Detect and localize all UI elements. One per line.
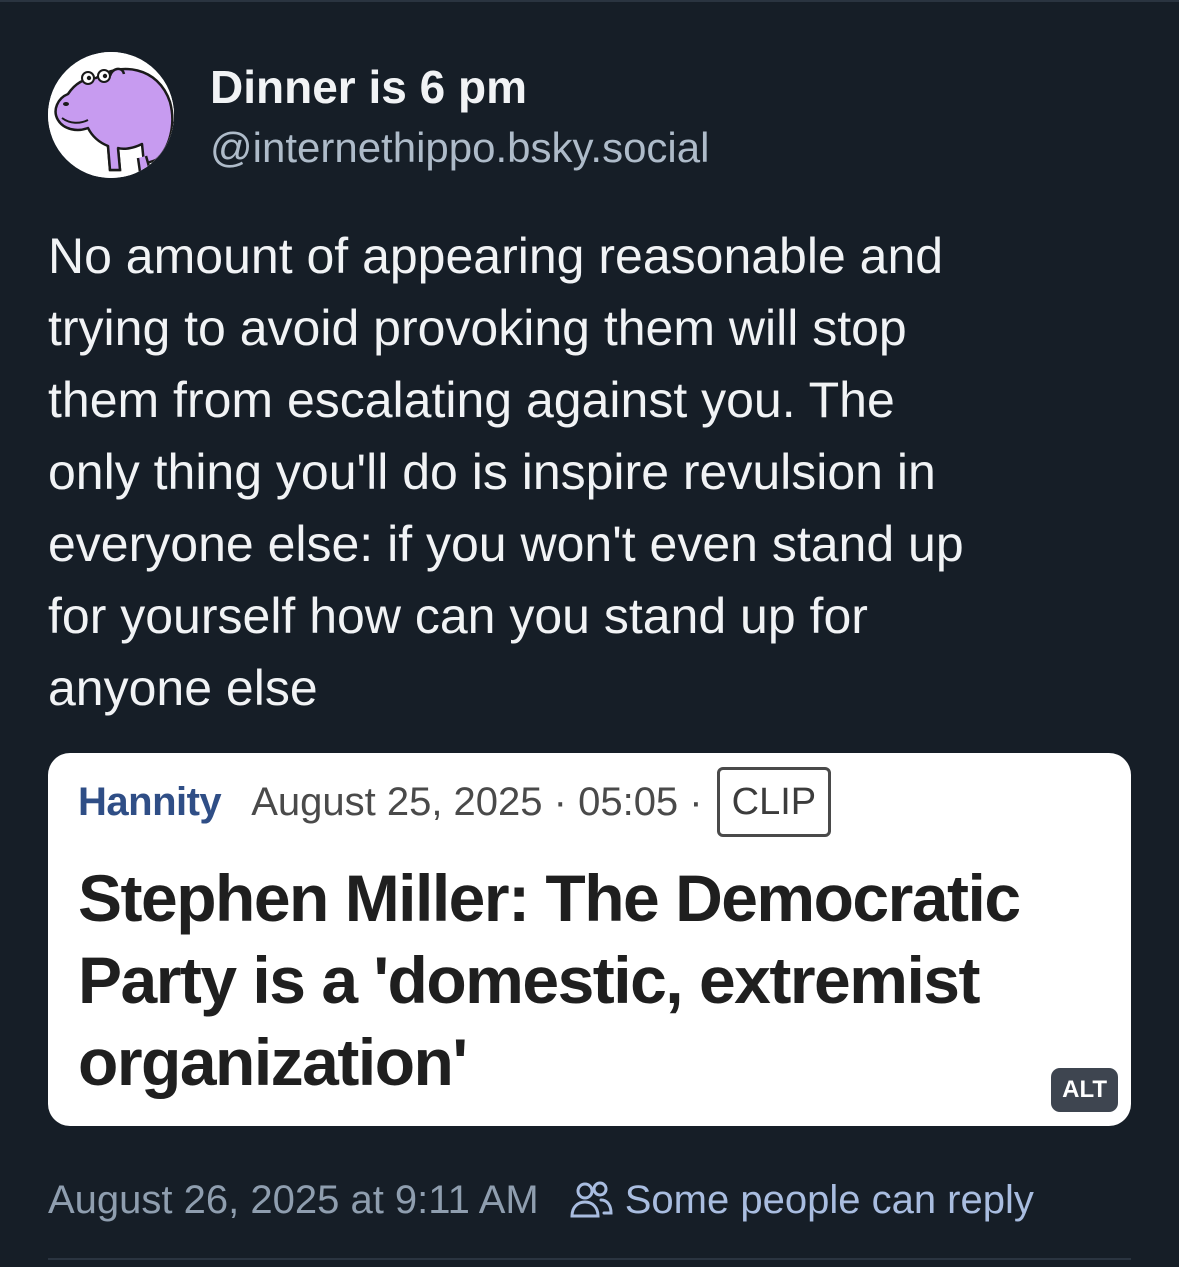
reply-setting-label[interactable]: Some people can reply (625, 1178, 1034, 1223)
author-handle[interactable]: @internethippo.bsky.social (210, 124, 709, 172)
post-body-text: No amount of appearing reasonable and tr… (48, 228, 964, 716)
post-footer: August 26, 2025 at 9:11 AM Some people c… (48, 1172, 1034, 1228)
embedded-image-card[interactable]: Hannity August 25, 2025 · 05:05 · CLIP S… (48, 753, 1131, 1126)
people-icon[interactable] (567, 1176, 615, 1224)
embed-clip-badge: CLIP (716, 767, 832, 837)
hippo-avatar-icon (48, 52, 174, 178)
post-timestamp: August 26, 2025 at 9:11 AM (48, 1177, 539, 1222)
bottom-divider (48, 1258, 1131, 1260)
embed-headline: Stephen Miller: The Democratic Party is … (78, 861, 1021, 1099)
top-divider (0, 0, 1179, 2)
embed-meta-line: Hannity August 25, 2025 · 05:05 · CLIP (78, 765, 832, 839)
embed-source-name: Hannity (78, 779, 222, 824)
author-avatar[interactable] (48, 52, 174, 178)
author-display-name[interactable]: Dinner is 6 pm (210, 60, 527, 114)
embed-date-line: August 25, 2025 · 05:05 · (251, 779, 703, 824)
alt-text-button[interactable]: ALT (1051, 1068, 1118, 1112)
